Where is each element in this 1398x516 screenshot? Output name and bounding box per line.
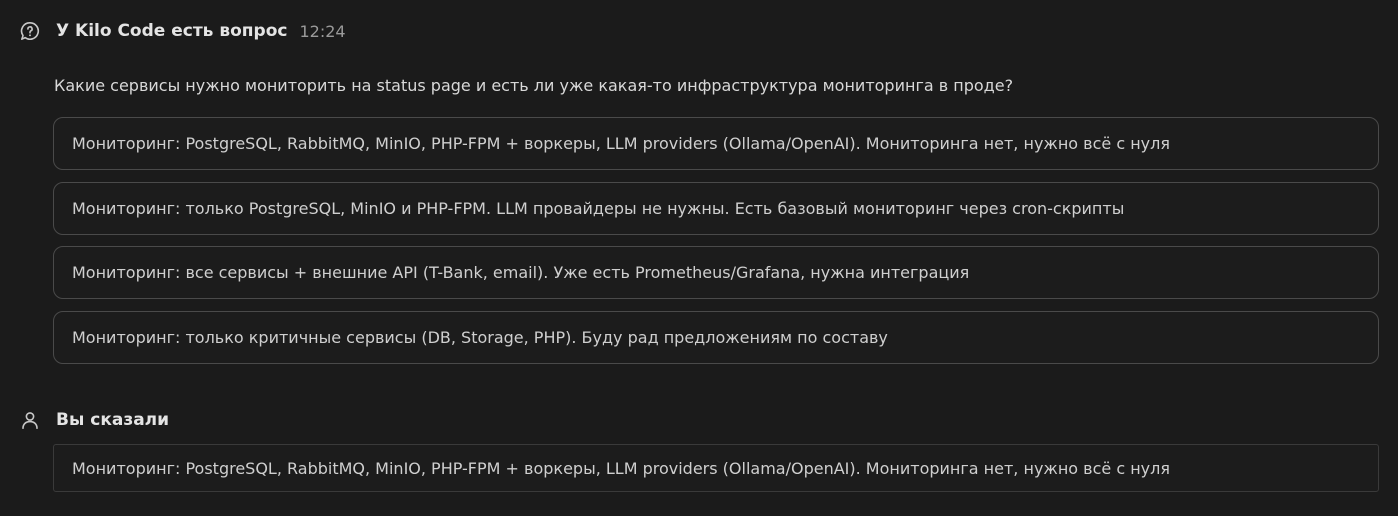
answer-option[interactable]: Мониторинг: PostgreSQL, RabbitMQ, MinIO,… (53, 117, 1379, 170)
user-message-header: Вы сказали (20, 410, 169, 430)
user-icon (20, 410, 40, 430)
question-header: У Kilo Code есть вопрос 12:24 (20, 21, 346, 41)
answer-option[interactable]: Мониторинг: только критичные сервисы (DB… (53, 310, 1379, 364)
question-bubble-icon (20, 21, 40, 41)
question-title: У Kilo Code есть вопрос (56, 21, 288, 41)
user-answer-text: Мониторинг: PostgreSQL, RabbitMQ, MinIO,… (53, 444, 1379, 492)
answer-option[interactable]: Мониторинг: все сервисы + внешние API (T… (53, 246, 1379, 299)
question-text: Какие сервисы нужно мониторить на status… (54, 76, 1014, 95)
answer-options: Мониторинг: PostgreSQL, RabbitMQ, MinIO,… (53, 117, 1379, 375)
question-timestamp: 12:24 (299, 21, 346, 41)
user-message-title: Вы сказали (56, 410, 170, 430)
answer-option[interactable]: Мониторинг: только PostgreSQL, MinIO и P… (53, 181, 1379, 235)
